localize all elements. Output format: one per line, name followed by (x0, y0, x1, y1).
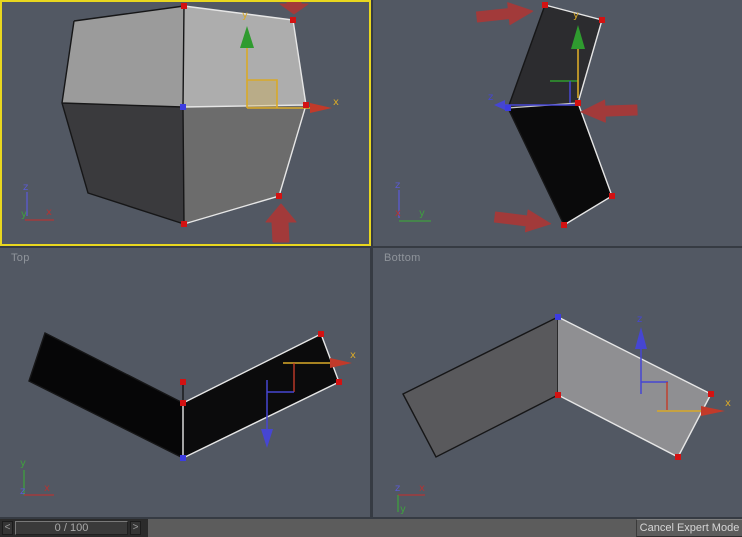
gizmo-x-label: x (725, 398, 731, 409)
annotation-arrow-down-icon (280, 2, 308, 14)
mesh-face[interactable] (403, 317, 558, 457)
vertex-marker[interactable] (675, 454, 681, 460)
annotation-arrow-up-icon (266, 204, 296, 242)
vertex-marker[interactable] (555, 392, 561, 398)
viewport-canvas[interactable]: z x z x y (373, 248, 742, 517)
status-bar-right: Cancel Expert Mode (148, 519, 742, 537)
world-axis-tripod: y z x (20, 458, 54, 497)
viewport-bottom[interactable]: Bottom z x z x (373, 248, 742, 517)
vertex-marker[interactable] (181, 3, 187, 9)
viewport-perspective-active[interactable]: y x z y x (0, 0, 371, 246)
gizmo-x-label: x (350, 350, 356, 361)
status-bar: < 0 / 100 > Cancel Expert Mode (0, 519, 742, 537)
gizmo-x-arrowhead-icon[interactable] (701, 406, 725, 416)
viewport-canvas[interactable]: x y z x (0, 248, 370, 517)
viewport-side[interactable]: y z z x y (373, 0, 742, 246)
world-axis-tripod: z y x (21, 182, 54, 220)
vertex-marker[interactable] (276, 193, 282, 199)
timeline-prev-button[interactable]: < (2, 521, 13, 535)
gizmo-y-arrowhead-icon[interactable] (261, 429, 273, 448)
vertex-marker[interactable] (336, 379, 342, 385)
vertex-marker[interactable] (180, 455, 186, 461)
expert-mode-workspace: y x z y x (0, 0, 742, 537)
svg-text:x: x (395, 208, 401, 219)
mesh-face[interactable] (558, 317, 711, 457)
cancel-expert-mode-button[interactable]: Cancel Expert Mode (636, 519, 742, 537)
svg-text:z: z (395, 180, 400, 191)
mesh-face[interactable] (183, 6, 306, 107)
svg-text:y: y (20, 458, 26, 469)
vertex-marker[interactable] (180, 104, 186, 110)
vertex-marker[interactable] (290, 17, 296, 23)
vertex-marker[interactable] (555, 314, 561, 320)
vertex-marker[interactable] (561, 222, 567, 228)
mesh-face[interactable] (29, 333, 183, 458)
vertex-marker[interactable] (609, 193, 615, 199)
vertex-marker[interactable] (505, 105, 511, 111)
vertex-marker[interactable] (180, 400, 186, 406)
svg-text:x: x (419, 483, 425, 494)
vertex-marker[interactable] (542, 2, 548, 8)
svg-text:y: y (21, 209, 27, 220)
world-axis-tripod: z x y (395, 180, 431, 221)
vertex-marker[interactable] (180, 379, 186, 385)
svg-text:x: x (44, 483, 50, 494)
viewport-top[interactable]: Top x y z x (0, 248, 370, 517)
timeline-slider[interactable]: 0 / 100 (15, 521, 128, 535)
viewport-canvas[interactable]: y x z y x (2, 2, 369, 244)
vertex-marker[interactable] (318, 331, 324, 337)
vertex-marker[interactable] (599, 17, 605, 23)
timeline-next-button[interactable]: > (130, 521, 141, 535)
svg-text:z: z (20, 486, 25, 497)
svg-text:z: z (395, 483, 400, 494)
gizmo-z-label: z (637, 314, 642, 325)
vertex-marker[interactable] (708, 391, 714, 397)
gizmo-z-arrowhead-icon[interactable] (494, 100, 505, 110)
vertex-marker[interactable] (181, 221, 187, 227)
gizmo-plane-handle[interactable] (247, 80, 277, 108)
gizmo-x-arrowhead-icon[interactable] (330, 358, 352, 368)
gizmo-z-arrowhead-icon[interactable] (635, 327, 647, 349)
mesh-face[interactable] (508, 5, 602, 108)
world-axis-tripod: z x y (395, 483, 425, 515)
svg-text:x: x (46, 207, 52, 218)
gizmo-y-label: y (573, 10, 579, 21)
svg-text:z: z (23, 182, 28, 193)
annotation-arrow-right-icon (476, 0, 534, 28)
svg-text:y: y (400, 504, 406, 515)
mesh-face[interactable] (62, 6, 184, 107)
mesh-face[interactable] (183, 334, 339, 458)
svg-text:y: y (419, 208, 425, 219)
vertex-marker[interactable] (575, 100, 581, 106)
annotation-arrow-left-icon (581, 99, 638, 123)
gizmo-x-label: x (333, 97, 339, 108)
gizmo-y-label: y (242, 10, 248, 21)
mesh-face[interactable] (508, 103, 612, 225)
gizmo-x-arrowhead-icon[interactable] (310, 103, 332, 113)
viewport-canvas[interactable]: y z z x y (373, 0, 742, 246)
vertex-marker[interactable] (303, 102, 309, 108)
timeline-area: < 0 / 100 > (0, 519, 148, 537)
mesh-face[interactable] (62, 103, 184, 224)
gizmo-z-label: z (488, 92, 493, 103)
annotation-arrow-right-icon (494, 206, 552, 235)
